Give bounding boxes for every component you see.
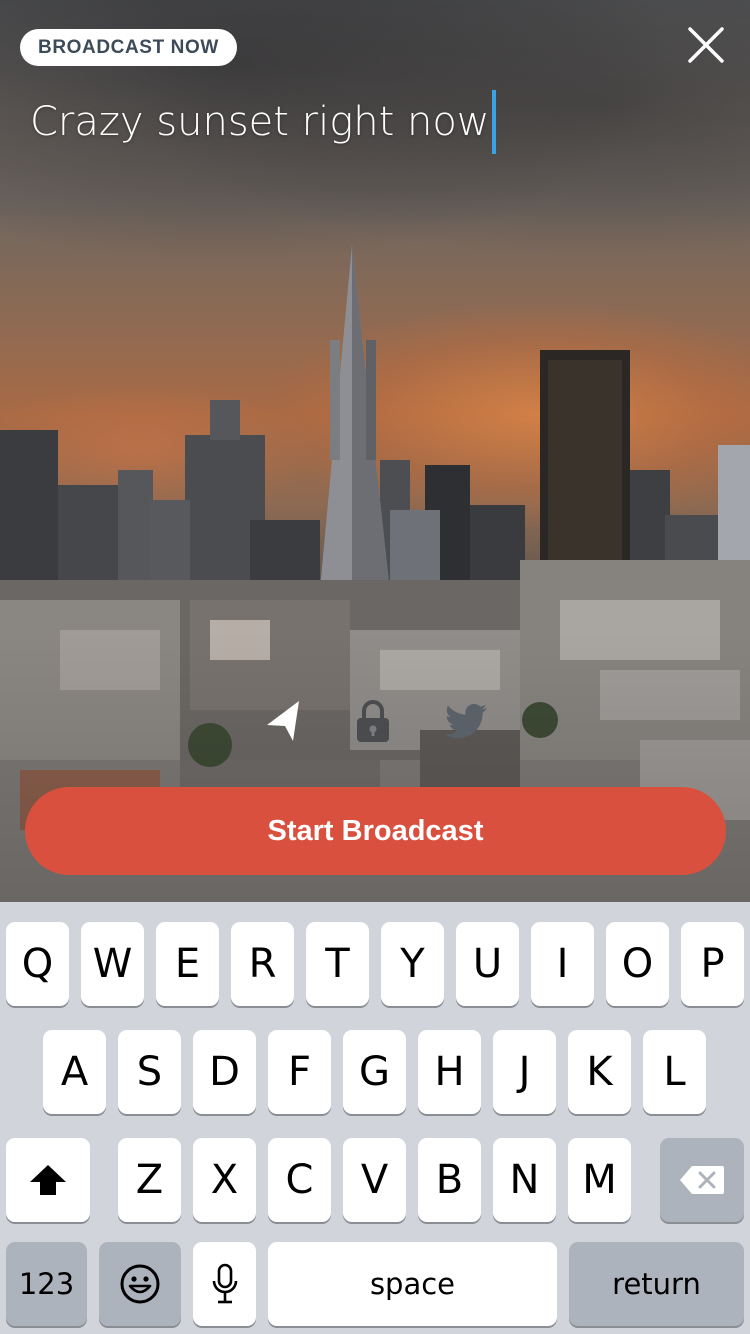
- key-label: D: [209, 1049, 240, 1095]
- broadcast-title-input[interactable]: Crazy sunset right now: [30, 90, 720, 154]
- key-r[interactable]: R: [231, 922, 294, 1006]
- location-toggle[interactable]: [258, 696, 308, 746]
- key-k[interactable]: K: [568, 1030, 631, 1114]
- start-broadcast-label: Start Broadcast: [267, 814, 484, 847]
- text-caret: [491, 90, 496, 154]
- key-label: R: [248, 941, 277, 987]
- key-n[interactable]: N: [493, 1138, 556, 1222]
- return-key-label: return: [612, 1267, 701, 1301]
- return-key[interactable]: return: [569, 1242, 744, 1326]
- key-label: A: [60, 1049, 89, 1095]
- broadcast-title-text: Crazy sunset right now: [30, 99, 490, 145]
- broadcast-now-label: BROADCAST NOW: [38, 36, 219, 58]
- close-button[interactable]: [682, 21, 730, 69]
- key-label: H: [434, 1049, 465, 1095]
- twitter-bird-icon: [445, 704, 487, 739]
- key-label: X: [210, 1157, 239, 1203]
- key-j[interactable]: J: [493, 1030, 556, 1114]
- key-label: S: [136, 1049, 163, 1095]
- key-label: F: [287, 1049, 311, 1095]
- numbers-key-label: 123: [18, 1267, 75, 1301]
- key-label: V: [360, 1157, 389, 1203]
- key-label: K: [586, 1049, 613, 1095]
- private-toggle[interactable]: [348, 696, 398, 746]
- key-label: W: [92, 941, 133, 987]
- key-o[interactable]: O: [606, 922, 669, 1006]
- key-b[interactable]: B: [418, 1138, 481, 1222]
- backspace-key[interactable]: [660, 1138, 744, 1222]
- close-icon: [688, 27, 724, 63]
- backspace-icon: [680, 1166, 724, 1194]
- key-p[interactable]: P: [681, 922, 744, 1006]
- key-f[interactable]: F: [268, 1030, 331, 1114]
- key-h[interactable]: H: [418, 1030, 481, 1114]
- key-label: Y: [400, 941, 425, 987]
- key-label: P: [700, 941, 725, 987]
- key-label: C: [285, 1157, 314, 1203]
- numbers-key[interactable]: 123: [6, 1242, 87, 1326]
- key-e[interactable]: E: [156, 922, 219, 1006]
- key-label: M: [582, 1157, 617, 1203]
- dictation-key[interactable]: [193, 1242, 256, 1326]
- key-c[interactable]: C: [268, 1138, 331, 1222]
- broadcast-options: [0, 696, 750, 746]
- key-s[interactable]: S: [118, 1030, 181, 1114]
- key-label: B: [435, 1157, 464, 1203]
- emoji-key[interactable]: [99, 1242, 181, 1326]
- key-x[interactable]: X: [193, 1138, 256, 1222]
- keyboard: Q W E R T Y U I O P A S D F G H J K L Z …: [0, 902, 750, 1334]
- key-label: N: [509, 1157, 540, 1203]
- lock-icon: [357, 700, 389, 742]
- twitter-toggle[interactable]: [442, 696, 492, 746]
- key-label: J: [518, 1049, 531, 1095]
- key-label: Q: [21, 941, 54, 987]
- shift-icon: [30, 1165, 66, 1195]
- key-v[interactable]: V: [343, 1138, 406, 1222]
- space-key[interactable]: space: [268, 1242, 557, 1326]
- key-label: Z: [135, 1157, 164, 1203]
- location-arrow-icon: [267, 701, 299, 741]
- key-label: E: [174, 941, 201, 987]
- key-label: U: [472, 941, 503, 987]
- key-l[interactable]: L: [643, 1030, 706, 1114]
- key-label: L: [663, 1049, 686, 1095]
- shift-key[interactable]: [6, 1138, 90, 1222]
- key-label: O: [621, 941, 654, 987]
- key-t[interactable]: T: [306, 922, 369, 1006]
- start-broadcast-button[interactable]: Start Broadcast: [25, 787, 726, 875]
- emoji-icon: [120, 1264, 160, 1304]
- key-g[interactable]: G: [343, 1030, 406, 1114]
- broadcast-now-badge: BROADCAST NOW: [20, 29, 237, 66]
- key-y[interactable]: Y: [381, 922, 444, 1006]
- key-w[interactable]: W: [81, 922, 144, 1006]
- key-label: I: [556, 941, 569, 987]
- key-m[interactable]: M: [568, 1138, 631, 1222]
- key-z[interactable]: Z: [118, 1138, 181, 1222]
- key-d[interactable]: D: [193, 1030, 256, 1114]
- key-a[interactable]: A: [43, 1030, 106, 1114]
- key-label: T: [325, 941, 350, 987]
- space-key-label: space: [369, 1267, 456, 1301]
- key-u[interactable]: U: [456, 922, 519, 1006]
- key-q[interactable]: Q: [6, 922, 69, 1006]
- microphone-icon: [212, 1263, 237, 1304]
- key-i[interactable]: I: [531, 922, 594, 1006]
- key-label: G: [359, 1049, 390, 1095]
